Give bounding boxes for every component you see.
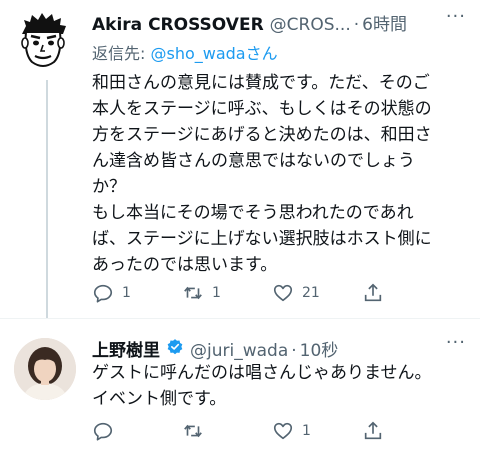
like-count: 1 <box>302 423 311 439</box>
like-icon <box>273 284 293 302</box>
more-icon[interactable]: ··· <box>446 332 466 353</box>
user-handle[interactable]: @CROS... <box>270 15 351 35</box>
display-name[interactable]: 上野樹里 <box>92 336 160 361</box>
tweet-text-line: 本人をステージに呼ぶ、もしくはその状態の <box>92 99 432 119</box>
tweet-akira[interactable]: Akira CROSSOVER @CROS... · 6時間 ··· 返信先: … <box>0 0 480 318</box>
reply-icon <box>93 422 113 441</box>
reply-count: 1 <box>122 285 131 301</box>
tweet-text: ゲストに呼んだのは唱さんじゃありません。 イベント側です。 <box>92 360 460 412</box>
share-button[interactable] <box>362 282 452 304</box>
retweet-count: 1 <box>212 285 221 301</box>
share-icon <box>364 421 382 440</box>
profile-photo-icon <box>14 338 76 400</box>
tweet-juri[interactable]: 上野樹里 @juri_wada · 10秒 ··· ゲストに呼んだのは唱さんじゃ… <box>0 318 480 451</box>
display-name[interactable]: Akira CROSSOVER <box>92 15 264 35</box>
tweet-text-line: 方をステージにあげると決めたのは、和田さ <box>92 125 432 145</box>
like-count: 21 <box>302 285 320 301</box>
avatar-akira[interactable] <box>14 12 72 70</box>
tweet-text-line: か？ <box>92 177 126 197</box>
tweet-text-line: もし本当にその場でそう思われたのであれ <box>92 203 414 223</box>
tweet-text-line: ゲストに呼んだのは唱さんじゃありません。 <box>92 363 432 383</box>
reply-prefix: 返信先: <box>92 44 151 63</box>
share-button[interactable] <box>362 420 452 442</box>
more-icon[interactable]: ··· <box>446 6 466 27</box>
user-handle[interactable]: @juri_wada <box>190 341 288 361</box>
tweet-header: Akira CROSSOVER @CROS... · 6時間 <box>92 10 468 35</box>
tweet-actions: 1 1 21 <box>92 280 452 306</box>
like-button[interactable]: 1 <box>272 420 362 442</box>
share-icon <box>364 283 382 302</box>
thread-line <box>46 80 48 318</box>
tweet-text-line: イベント側です。 <box>92 389 227 409</box>
like-icon <box>273 422 293 440</box>
retweet-button[interactable]: 1 <box>182 282 272 304</box>
timestamp[interactable]: 10秒 <box>300 336 339 361</box>
retweet-icon <box>184 424 202 438</box>
tweet-text-line: あったのでは思います。 <box>92 255 278 275</box>
tweet-text-line: 和田さんの意見には賛成です。ただ、そのご <box>92 73 430 93</box>
tweet-actions: 1 <box>92 418 452 444</box>
like-button[interactable]: 21 <box>272 282 362 304</box>
separator-dot: · <box>353 15 360 35</box>
reply-button[interactable] <box>92 420 182 442</box>
tweet-text: 和田さんの意見には賛成です。ただ、そのご 本人をステージに呼ぶ、もしくはその状態… <box>92 70 460 278</box>
reply-suffix: さん <box>245 44 278 63</box>
tweet-text-line: ば、ステージに上げない選択肢はホスト側に <box>92 229 432 249</box>
avatar-juri[interactable] <box>14 338 76 400</box>
tweet-header: 上野樹里 @juri_wada · 10秒 <box>92 336 468 361</box>
separator-dot: · <box>291 341 297 361</box>
reply-icon <box>93 284 113 303</box>
verified-badge-icon <box>167 339 183 355</box>
tweet-text-line: ん達含め皆さんの意思ではないのでしょう <box>92 151 415 171</box>
reply-mention-link[interactable]: @sho_wada <box>150 44 245 63</box>
cartoon-face-avatar-icon <box>14 12 72 70</box>
retweet-icon <box>184 286 202 300</box>
reply-button[interactable]: 1 <box>92 282 182 304</box>
retweet-button[interactable] <box>182 420 272 442</box>
reply-to-line: 返信先: @sho_wadaさん <box>92 40 278 64</box>
timestamp[interactable]: 6時間 <box>362 10 407 35</box>
